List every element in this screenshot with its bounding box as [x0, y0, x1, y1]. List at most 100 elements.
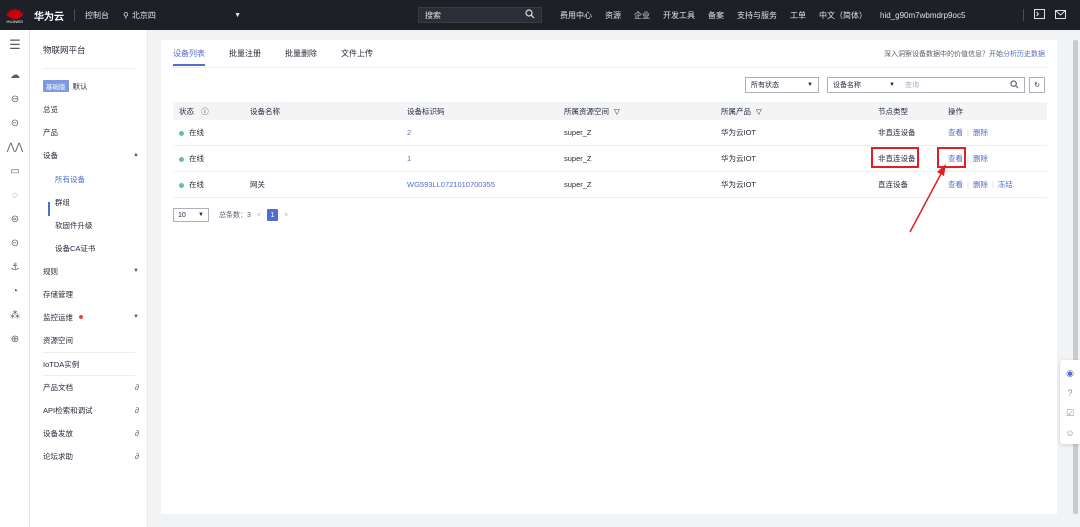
- delete-button[interactable]: 删除: [973, 154, 988, 163]
- smiley-icon[interactable]: ☺: [1063, 426, 1077, 440]
- console-link[interactable]: 控制台: [85, 10, 109, 21]
- sidebar-item-label: 资源空间: [43, 335, 73, 345]
- prev-page-button[interactable]: <: [257, 212, 261, 219]
- nav-resources[interactable]: 资源: [605, 10, 621, 21]
- feedback-icon[interactable]: ☑: [1063, 406, 1077, 420]
- cluster-icon[interactable]: ⁂: [8, 308, 22, 322]
- help-icon[interactable]: ⓘ: [201, 107, 209, 116]
- sidebar-item-api-debug[interactable]: API检索和调试 ∂: [43, 403, 139, 417]
- nav-language[interactable]: 中文（简体）: [819, 10, 867, 21]
- region-label: 北京四: [131, 10, 156, 20]
- customer-service-icon[interactable]: ◉: [1063, 366, 1077, 380]
- sidebar-item-devices[interactable]: 设备 ▲: [43, 148, 139, 162]
- global-search-input[interactable]: 搜索: [418, 7, 542, 23]
- status-text: 在线: [189, 128, 204, 137]
- header-product: 所属产品 ▽: [721, 106, 762, 117]
- device-search-input[interactable]: 查询: [900, 77, 1025, 93]
- sidebar-item-products[interactable]: 产品: [43, 125, 139, 139]
- sidebar-item-provisioning[interactable]: 设备发放 ∂: [43, 426, 139, 440]
- cloud-gear-icon[interactable]: ⊜: [8, 212, 22, 226]
- cloud-service-icon[interactable]: ⊖: [8, 92, 22, 106]
- external-link-icon: ∂: [135, 428, 139, 438]
- page-size-value: 10: [178, 211, 186, 219]
- tab-batch-register[interactable]: 批量注册: [229, 48, 261, 66]
- cloud-storage-icon[interactable]: ⊝: [8, 116, 22, 130]
- cloud-network-icon[interactable]: ⊝: [8, 236, 22, 250]
- sidebar-item-label: 软固件升级: [55, 220, 93, 230]
- tab-batch-delete[interactable]: 批量删除: [285, 48, 317, 66]
- document-icon[interactable]: ▭: [8, 164, 22, 178]
- status-cell: 在线: [179, 153, 204, 164]
- service-icon-rail: ☰ ☁ ⊖ ⊝ ⋀⋀ ▭ ◌ ⊜ ⊝ ⚓ ◔ ⁂ ⊕: [0, 30, 30, 527]
- freeze-button[interactable]: 冻结: [998, 180, 1013, 189]
- instance-selector[interactable]: 基础版 默认: [43, 79, 139, 93]
- divider: [1023, 9, 1024, 21]
- instance-name: 默认: [72, 81, 88, 91]
- sidebar-item-firmware[interactable]: 软固件升级: [55, 218, 139, 232]
- status-cell: 在线: [179, 179, 204, 190]
- search-field-select[interactable]: 设备名称 ▼: [827, 77, 901, 93]
- search-icon[interactable]: [525, 9, 535, 21]
- chevron-down-icon: ▼: [807, 82, 813, 88]
- tab-device-list[interactable]: 设备列表: [173, 48, 205, 66]
- help-icon[interactable]: ?: [1063, 386, 1077, 400]
- divider: |: [967, 154, 969, 163]
- filter-icon[interactable]: ▽: [756, 107, 762, 116]
- sidebar-item-iotda-instance[interactable]: IoTDA实例: [43, 357, 139, 371]
- nav-devtools[interactable]: 开发工具: [663, 10, 695, 21]
- cloud-icon[interactable]: ☁: [8, 68, 22, 82]
- globe-icon[interactable]: ⊕: [8, 332, 22, 346]
- tab-file-upload[interactable]: 文件上传: [341, 48, 373, 66]
- anchor-icon[interactable]: ⚓: [8, 260, 22, 274]
- tab-underline: [173, 67, 1049, 68]
- refresh-button[interactable]: ↻: [1029, 77, 1045, 93]
- sidebar-item-forum[interactable]: 论坛求助 ∂: [43, 449, 139, 463]
- next-page-button[interactable]: >: [284, 212, 288, 219]
- delete-button[interactable]: 删除: [973, 128, 988, 137]
- location-icon: ⚲: [123, 10, 129, 20]
- nav-support[interactable]: 支持与服务: [737, 10, 777, 21]
- sidebar-item-label: 群组: [55, 197, 70, 207]
- sidebar-item-ca-cert[interactable]: 设备CA证书: [55, 241, 139, 255]
- sidebar-item-overview[interactable]: 总览: [43, 102, 139, 116]
- view-button[interactable]: 查看: [948, 128, 963, 137]
- huawei-logo[interactable]: HUAWEI: [0, 0, 30, 30]
- chat-icon[interactable]: ◔: [8, 284, 22, 298]
- product-cell: 华为云IOT: [721, 128, 756, 137]
- nav-account[interactable]: hid_g90m7wbmdrp9oc5: [880, 11, 965, 20]
- search-icon[interactable]: [1010, 79, 1019, 91]
- sidebar-item-label: 存储管理: [43, 289, 73, 299]
- waveform-icon[interactable]: ⋀⋀: [7, 140, 23, 154]
- mail-icon[interactable]: [1055, 9, 1066, 21]
- history-analysis-link[interactable]: 分析历史数据: [1003, 51, 1045, 58]
- nav-billing[interactable]: 费用中心: [560, 10, 592, 21]
- region-selector[interactable]: ⚲ 北京四 ▼: [123, 8, 241, 22]
- status-filter-select[interactable]: 所有状态 ▼: [745, 77, 819, 93]
- node-type-cell: 非直连设备: [878, 128, 916, 137]
- sidebar-item-all-devices[interactable]: 所有设备: [55, 172, 139, 186]
- sidebar-item-rules[interactable]: 规则 ▼: [43, 264, 139, 278]
- filter-icon[interactable]: ▽: [614, 107, 620, 116]
- nav-enterprise[interactable]: 企业: [634, 10, 650, 21]
- device-id-link[interactable]: WG593LL0721010700355: [407, 180, 495, 189]
- sidebar-item-product-docs[interactable]: 产品文档 ∂: [43, 380, 139, 394]
- device-id-link[interactable]: 2: [407, 128, 411, 137]
- brand-name[interactable]: 华为云: [34, 8, 64, 23]
- sidebar-item-resource-space[interactable]: 资源空间: [43, 333, 139, 347]
- sidebar-item-storage[interactable]: 存储管理: [43, 287, 139, 301]
- current-page-button[interactable]: 1: [267, 209, 278, 221]
- nav-icp[interactable]: 备案: [708, 10, 724, 21]
- top-right-tools: [1023, 0, 1066, 30]
- nav-tickets[interactable]: 工单: [790, 10, 806, 21]
- menu-icon[interactable]: ☰: [8, 37, 22, 52]
- sidebar-item-monitoring[interactable]: 监控运维 ▼: [43, 310, 139, 324]
- device-id-link[interactable]: 1: [407, 154, 411, 163]
- divider: [43, 352, 135, 353]
- terminal-icon[interactable]: [1034, 9, 1045, 21]
- cloud-outline-icon[interactable]: ◌: [8, 188, 22, 202]
- view-button[interactable]: 查看: [948, 180, 963, 189]
- page-size-select[interactable]: 10 ▼: [173, 208, 209, 222]
- delete-button[interactable]: 删除: [973, 180, 988, 189]
- sidebar-item-groups[interactable]: 群组: [55, 195, 139, 209]
- header-device-id: 设备标识码: [407, 106, 445, 116]
